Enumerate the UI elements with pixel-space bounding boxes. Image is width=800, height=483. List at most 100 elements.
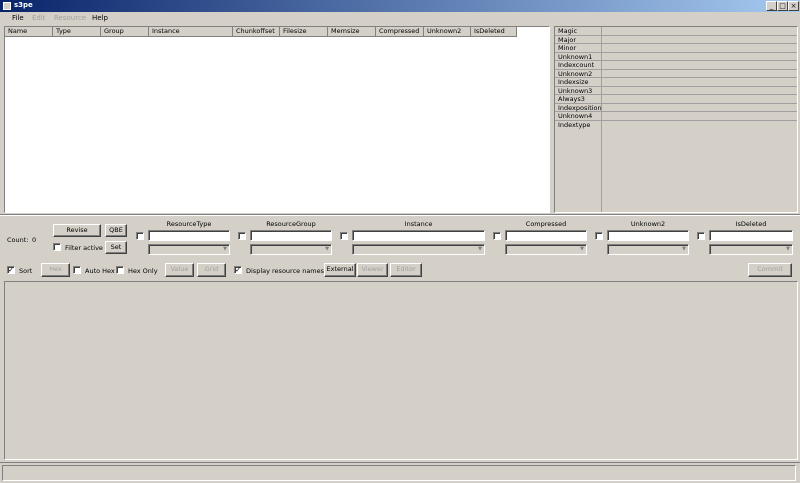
filter-dropdown-resourcegroup[interactable]: ▼ [250,244,332,255]
filter-checkbox-unknown2[interactable] [595,232,603,240]
viewer-button[interactable]: Viewer [357,263,388,277]
property-row[interactable]: Minor [555,44,797,53]
property-label: Unknown4 [558,112,593,120]
display-names-checkbox[interactable]: ✓ [234,266,242,274]
close-icon[interactable]: × [788,1,799,11]
property-row[interactable]: Indexcount [555,61,797,70]
property-label: Unknown2 [558,69,593,78]
filter-input-resourcetype[interactable] [148,230,230,241]
property-row[interactable]: Always3 [555,95,797,104]
status-panel [2,465,796,481]
filter-dropdown-compressed[interactable]: ▼ [505,244,587,255]
column-header-isdeleted[interactable]: IsDeleted [471,27,517,37]
property-label: Indexposition [558,103,602,112]
column-header-compressed[interactable]: Compressed [376,27,424,37]
property-label: Major [558,35,577,44]
hex-button[interactable]: Hex [41,263,70,277]
resource-list[interactable]: Name Type Group Instance Chunkoffset Fil… [4,26,550,213]
property-row[interactable]: Indextype [555,121,797,130]
chevron-down-icon: ▼ [682,246,686,252]
column-header-type[interactable]: Type [53,27,101,37]
property-row[interactable]: Magic [555,27,797,36]
filter-input-compressed[interactable] [505,230,587,241]
hex-only-label: Hex Only [128,267,158,275]
set-button[interactable]: Set [105,241,127,254]
hex-only-checkbox[interactable] [116,266,124,274]
property-row[interactable]: Unknown1 [555,53,797,61]
title-bar: s3pe _ □ × [0,0,800,12]
filter-active-checkbox[interactable] [53,243,61,251]
filter-label-compressed: Compressed [525,220,567,228]
filter-checkbox-isdeleted[interactable] [697,232,705,240]
column-header-unknown2[interactable]: Unknown2 [424,27,471,37]
vertical-splitter[interactable] [550,26,553,213]
window-title: s3pe [14,1,33,9]
property-label: Magic [558,27,578,35]
sort-checkbox[interactable]: ✓ [7,266,15,274]
commit-button[interactable]: Commit [748,263,792,277]
external-button[interactable]: External [324,263,356,277]
column-header-group[interactable]: Group [101,27,149,37]
filter-checkbox-resourcegroup[interactable] [238,232,246,240]
filter-dropdown-instance[interactable]: ▼ [352,244,485,255]
preview-panel [4,281,798,460]
property-row[interactable]: Unknown3 [555,86,797,95]
filter-checkbox-resourcetype[interactable] [136,232,144,240]
menu-edit[interactable]: Edit [32,14,46,22]
sort-label: Sort [19,267,33,275]
count-value: 0 [32,236,37,244]
auto-hex-label: Auto Hex [85,267,115,275]
property-label: Minor [558,44,577,52]
menu-bar: File Edit Resource Help [0,12,800,25]
menu-file[interactable]: File [12,14,24,22]
filter-input-isdeleted[interactable] [709,230,793,241]
chevron-down-icon: ▼ [223,246,227,252]
property-label: Always3 [558,95,585,103]
filter-input-instance[interactable] [352,230,485,241]
maximize-icon[interactable]: □ [777,1,788,11]
header-property-grid[interactable]: Magic Major Minor Unknown1 Indexcount Un… [554,26,798,213]
filter-dropdown-isdeleted[interactable]: ▼ [709,244,793,255]
menu-resource[interactable]: Resource [54,14,86,22]
property-row[interactable]: Indexsize [555,78,797,87]
filter-dropdown-unknown2[interactable]: ▼ [607,244,689,255]
display-names-label: Display resource names [246,267,325,275]
editor-button[interactable]: Editor [390,263,422,277]
column-header-memsize[interactable]: Memsize [328,27,376,37]
property-row[interactable]: Major [555,35,797,44]
status-bar [0,462,800,483]
revise-button[interactable]: Revise [53,224,101,237]
filter-label-unknown2: Unknown2 [630,220,666,228]
filter-label-resourcetype: ResourceType [166,220,212,228]
menu-help[interactable]: Help [92,14,108,22]
chevron-down-icon: ▼ [325,246,329,252]
filter-dropdown-resourcetype[interactable]: ▼ [148,244,230,255]
minimize-icon[interactable]: _ [766,1,777,11]
chevron-down-icon: ▼ [478,246,482,252]
horizontal-splitter[interactable] [0,214,800,216]
count-label: Count: [7,236,29,244]
qbe-button[interactable]: QBE [105,224,127,237]
filter-input-resourcegroup[interactable] [250,230,332,241]
property-label: Indextype [558,120,591,129]
column-header-filesize[interactable]: Filesize [280,27,328,37]
chevron-down-icon: ▼ [786,246,790,252]
column-header-chunkoffset[interactable]: Chunkoffset [233,27,280,37]
filter-label-isdeleted: IsDeleted [735,220,767,228]
property-label: Indexcount [558,61,595,69]
column-header-name[interactable]: Name [5,27,53,37]
property-row[interactable]: Indexposition [555,103,797,112]
filter-label-instance: Instance [404,220,433,228]
auto-hex-checkbox[interactable] [73,266,81,274]
property-row[interactable]: Unknown4 [555,112,797,121]
value-button[interactable]: Value [165,263,194,277]
filter-checkbox-compressed[interactable] [493,232,501,240]
filter-checkbox-instance[interactable] [340,232,348,240]
property-label: Unknown3 [558,86,593,95]
chevron-down-icon: ▼ [580,246,584,252]
column-header-instance[interactable]: Instance [149,27,233,37]
filter-input-unknown2[interactable] [607,230,689,241]
grid-button[interactable]: Grid [197,263,226,277]
property-row[interactable]: Unknown2 [555,69,797,78]
filter-label-resourcegroup: ResourceGroup [266,220,316,228]
